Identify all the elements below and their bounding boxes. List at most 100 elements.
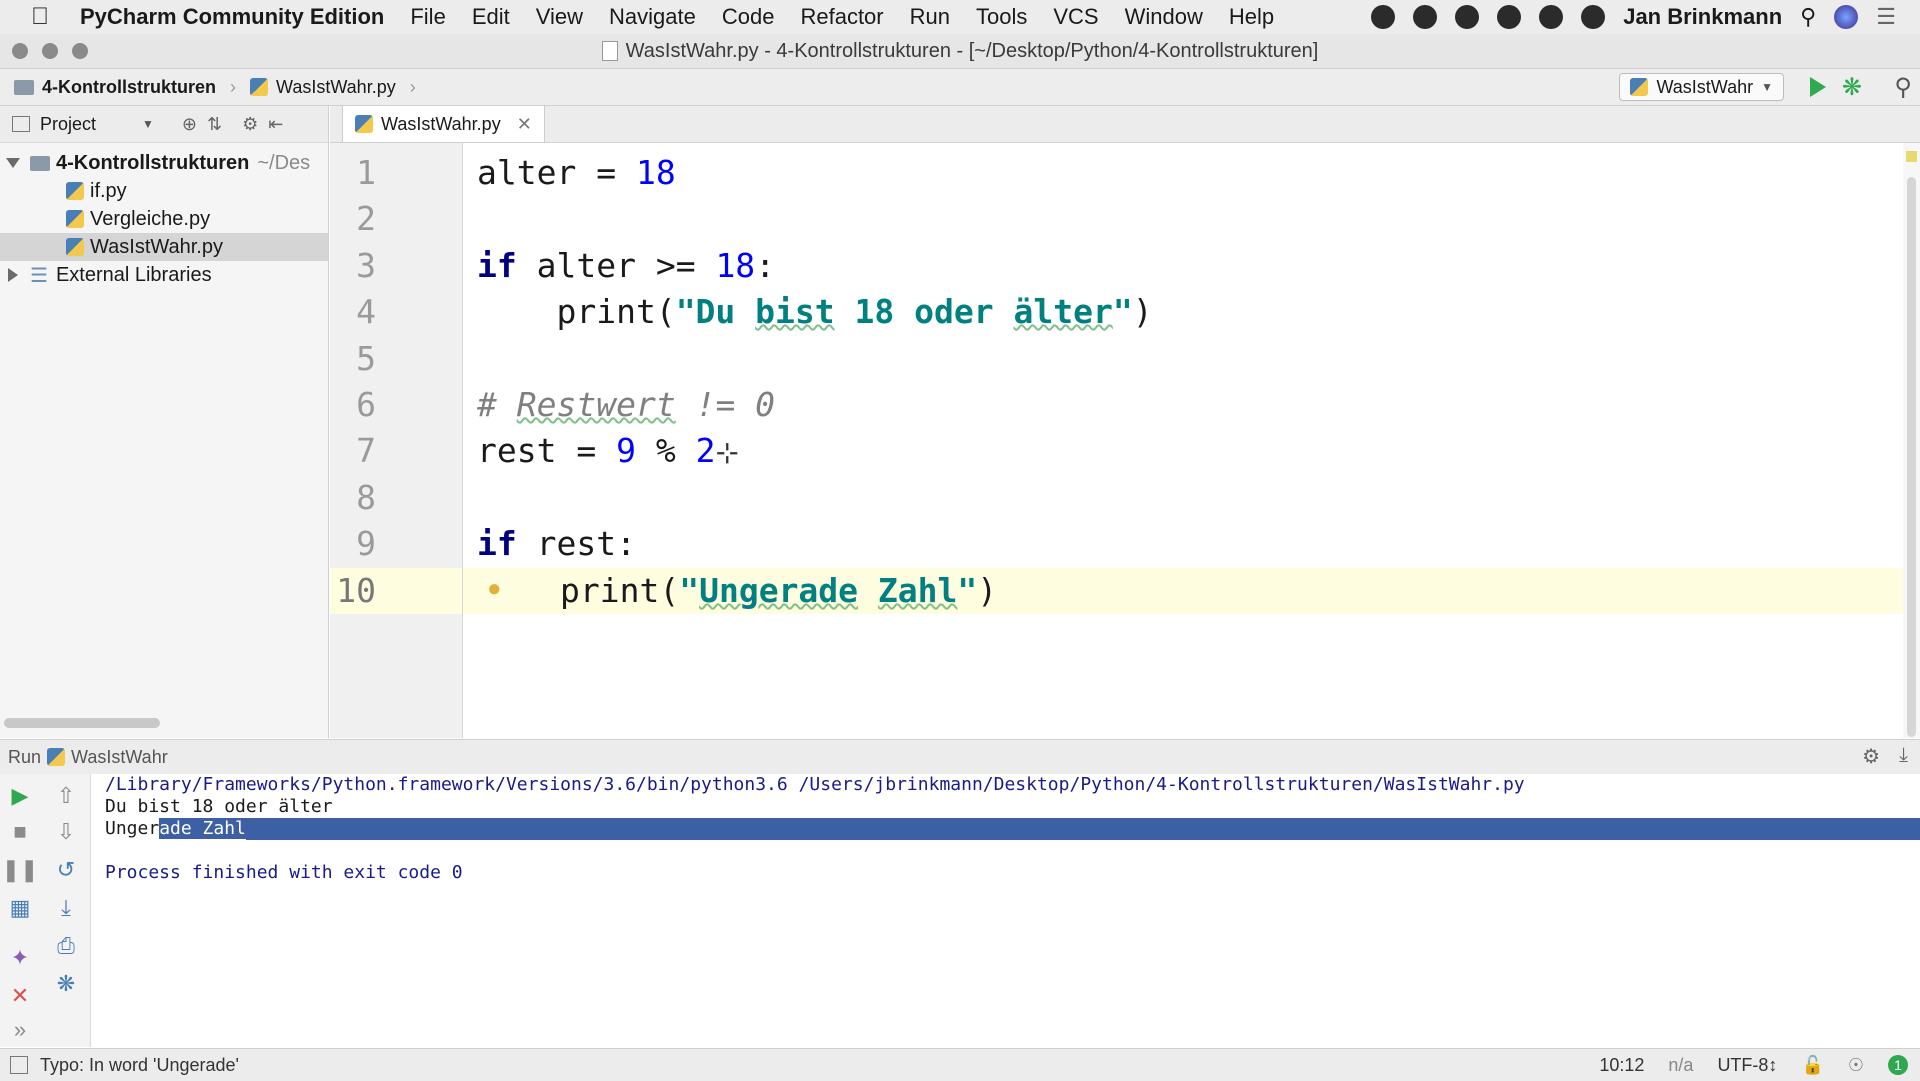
up-arrow-icon[interactable]: ⇧	[54, 783, 78, 808]
root-folder-path: ~/Des	[257, 151, 311, 174]
soft-wrap-icon[interactable]: ↺	[54, 857, 78, 882]
run-panel-header: Run WasIstWahr ⚙ ⤓	[0, 739, 1920, 775]
hide-panel-icon[interactable]: ⤓	[1899, 744, 1908, 767]
inspection-status-icon[interactable]	[1906, 151, 1917, 162]
menu-view[interactable]: View	[536, 4, 583, 30]
tree-file-label: if.py	[90, 179, 127, 202]
apple-icon[interactable]: 	[0, 3, 80, 31]
pause-icon[interactable]: ❚❚	[2, 857, 39, 882]
menu-code[interactable]: Code	[722, 4, 775, 30]
settings-gear-icon[interactable]: ⚙	[1862, 744, 1880, 769]
menu-file[interactable]: File	[410, 4, 445, 30]
python-file-icon	[355, 115, 373, 133]
status-message: Typo: In word 'Ungerade'	[40, 1054, 239, 1075]
line-separator-indicator[interactable]: n/a	[1668, 1055, 1693, 1076]
menu-help[interactable]: Help	[1229, 4, 1274, 30]
code-editor[interactable]: alter = 18 if alter >= 18: print("Du bis…	[463, 143, 1903, 738]
run-button[interactable]	[1810, 77, 1826, 97]
menu-navigate[interactable]: Navigate	[609, 4, 696, 30]
menu-tools[interactable]: Tools	[976, 4, 1027, 30]
horizontal-scrollbar[interactable]	[4, 718, 160, 728]
stop-icon[interactable]: ■	[8, 819, 32, 844]
breadcrumb-project[interactable]: 4-Kontrollstrukturen	[42, 77, 216, 98]
rerun-icon[interactable]: ▶	[8, 783, 32, 808]
clock-icon[interactable]	[1581, 5, 1606, 29]
close-window-button[interactable]	[12, 43, 28, 59]
collapse-all-icon[interactable]: ⇅	[207, 114, 222, 135]
close-tab-icon[interactable]: ✕	[517, 114, 532, 135]
text-cursor-icon: ⊹	[715, 436, 739, 469]
debug-bug-icon[interactable]: ❋	[1842, 73, 1862, 102]
puzzle-icon[interactable]	[1371, 5, 1396, 29]
app-name-menu[interactable]: PyCharm Community Edition	[80, 4, 384, 30]
editor-tab-active[interactable]: WasIstWahr.py ✕	[342, 106, 545, 142]
siri-icon[interactable]	[1834, 5, 1859, 29]
minimize-window-button[interactable]	[42, 43, 58, 59]
menu-run[interactable]: Run	[910, 4, 950, 30]
status-bar: Typo: In word 'Ungerade' 10:12 n/a UTF-8…	[0, 1048, 1920, 1081]
scrollbar-thumb[interactable]	[1907, 177, 1916, 737]
tree-file-item-selected[interactable]: WasIstWahr.py	[0, 233, 328, 261]
tree-file-item[interactable]: Vergleiche.py	[0, 205, 328, 233]
line-number: 3	[356, 246, 376, 285]
breadcrumb-file[interactable]: WasIstWahr.py	[276, 77, 396, 98]
expand-arrow-icon[interactable]	[6, 158, 20, 168]
editor-scrollbar[interactable]	[1903, 143, 1920, 738]
event-log-badge[interactable]: 1	[1888, 1055, 1908, 1075]
console-selection-highlight	[91, 818, 1920, 840]
menu-window[interactable]: Window	[1125, 4, 1203, 30]
password-icon[interactable]	[1455, 5, 1480, 29]
down-arrow-icon[interactable]: ⇩	[54, 819, 78, 844]
layout-icon[interactable]: ▦	[8, 895, 32, 920]
line-number: 6	[356, 385, 376, 424]
code-line-9: if rest:	[477, 524, 636, 563]
console-output[interactable]: /Library/Frameworks/Python.framework/Ver…	[91, 774, 1920, 1047]
bell-icon[interactable]	[1497, 5, 1522, 29]
close-icon[interactable]: ✕	[8, 983, 32, 1008]
inspector-icon[interactable]: ☉	[1848, 1055, 1864, 1076]
spotlight-search-icon[interactable]: ⚲	[1800, 4, 1816, 30]
tree-file-label: WasIstWahr.py	[90, 235, 223, 258]
project-view-icon	[12, 116, 30, 132]
trash-icon[interactable]: ❋	[54, 971, 78, 996]
menu-vcs[interactable]: VCS	[1053, 4, 1098, 30]
hide-panel-icon[interactable]: ⇤	[268, 114, 283, 135]
tree-file-label: Vergleiche.py	[90, 207, 211, 230]
print-icon[interactable]: ⎙	[54, 933, 78, 958]
notification-center-icon[interactable]: ☰	[1876, 4, 1896, 30]
scroll-to-end-icon[interactable]: ⤓	[54, 895, 78, 920]
python-file-icon	[66, 210, 84, 228]
tree-external-libraries[interactable]: ☰ External Libraries	[0, 261, 328, 289]
menu-refactor[interactable]: Refactor	[800, 4, 883, 30]
locate-file-icon[interactable]: ⊕	[182, 114, 197, 135]
code-line-10: print("Ungerade Zahl")	[560, 571, 998, 610]
macos-menu-bar:  PyCharm Community Edition File Edit Vi…	[0, 0, 1920, 34]
expand-arrow-icon[interactable]	[8, 268, 18, 282]
run-config-tab[interactable]: WasIstWahr	[71, 747, 168, 768]
user-name[interactable]: Jan Brinkmann	[1623, 4, 1782, 30]
menu-edit[interactable]: Edit	[472, 4, 510, 30]
chevron-down-icon[interactable]: ▼	[142, 117, 154, 131]
zoom-window-button[interactable]	[72, 43, 88, 59]
project-view-select[interactable]: Project	[40, 114, 96, 135]
project-panel-header: Project ▼ ⊕ ⇅ ⚙ ⇤	[0, 106, 328, 143]
tree-root-folder[interactable]: 4-Kontrollstrukturen ~/Des	[0, 149, 328, 177]
tool-window-toggle-icon[interactable]	[10, 1056, 28, 1074]
lock-icon[interactable]: 🔓	[1801, 1055, 1823, 1076]
search-everywhere-icon[interactable]: ⚲	[1894, 73, 1912, 102]
cloud-icon[interactable]	[1413, 5, 1438, 29]
window-title: WasIstWahr.py - 4-Kontrollstrukturen - […	[625, 39, 1319, 62]
code-line-1: alter = 18	[477, 153, 676, 192]
settings-gear-icon[interactable]: ⚙	[242, 114, 258, 135]
intention-bulb-icon[interactable]: ●	[487, 575, 502, 603]
python-file-icon	[66, 238, 84, 256]
tree-file-item[interactable]: if.py	[0, 177, 328, 205]
pin-icon[interactable]: ✦	[8, 945, 32, 970]
run-configuration-select[interactable]: WasIstWahr ▼	[1619, 73, 1784, 101]
leaf-icon[interactable]	[1539, 5, 1564, 29]
line-number-gutter: 1 2 3 4 5 6 7 8 9 10	[330, 143, 463, 738]
console-command-line: /Library/Frameworks/Python.framework/Ver…	[105, 774, 1525, 795]
encoding-indicator[interactable]: UTF-8↕	[1717, 1055, 1777, 1076]
more-icon[interactable]: »	[8, 1017, 32, 1042]
caret-position[interactable]: 10:12	[1599, 1055, 1644, 1076]
